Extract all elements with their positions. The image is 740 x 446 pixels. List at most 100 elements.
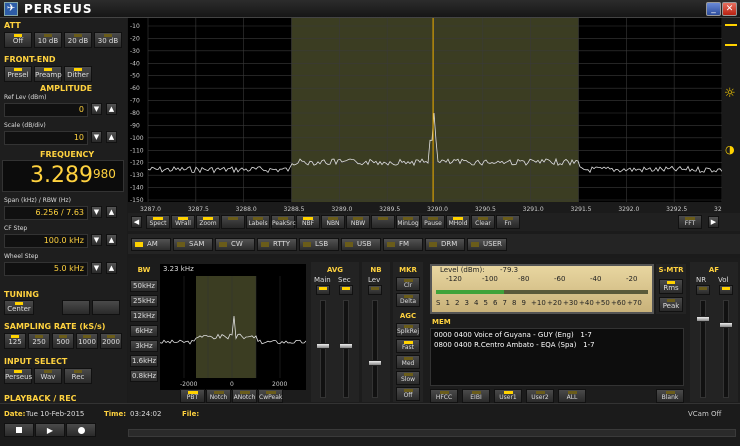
input-buttons-0[interactable]: Perseus <box>4 368 32 384</box>
bw-bottom-button-0[interactable]: PBT <box>180 389 205 403</box>
nr-slider-track[interactable] <box>700 300 706 398</box>
sampling-buttons-4[interactable]: 2000 <box>100 333 122 349</box>
mem-button-user1[interactable]: User1 <box>494 389 522 403</box>
nb-slider[interactable] <box>368 360 382 366</box>
att-buttons-0[interactable]: Off <box>4 32 32 48</box>
mem-button-eibi[interactable]: EIBI <box>462 389 490 403</box>
mode-button-am[interactable]: AM <box>131 238 171 251</box>
avg-main-slider-track[interactable] <box>320 300 326 398</box>
input-buttons-1[interactable]: Wav <box>34 368 62 384</box>
bw-button-2[interactable]: 12kHz <box>130 310 158 322</box>
spec-toolbar-button-13[interactable]: Clear <box>471 215 495 229</box>
frontend-buttons-1[interactable]: Preamp <box>34 66 62 82</box>
tuning-button-3[interactable] <box>92 300 120 315</box>
spec-toolbar-button-1[interactable]: WFall <box>171 215 195 229</box>
ref-level-down-icon[interactable]: ▼ <box>91 103 102 115</box>
scale-down-icon[interactable]: ▼ <box>91 131 102 143</box>
bw-button-6[interactable]: 0.8kHz <box>130 370 158 382</box>
att-buttons-1[interactable]: 10 dB <box>34 32 62 48</box>
att-buttons-2[interactable]: 20 dB <box>64 32 92 48</box>
bw-button-4[interactable]: 3kHz <box>130 340 158 352</box>
mkr-button-1[interactable]: Delta <box>396 293 420 307</box>
span-field[interactable]: 6.256 / 7.63 <box>4 206 88 220</box>
peak-button[interactable]: Peak <box>659 297 683 312</box>
bw-button-3[interactable]: 6kHz <box>130 325 158 337</box>
sampling-buttons-0[interactable]: 125 <box>4 333 26 349</box>
spec-toolbar-button-3[interactable] <box>221 215 245 229</box>
nb-slider-track[interactable] <box>372 300 378 398</box>
wheel-step-down-icon[interactable]: ▼ <box>91 262 102 274</box>
span-up-icon[interactable]: ▲ <box>106 206 117 218</box>
spec-toolbar-button-7[interactable]: NBN <box>321 215 345 229</box>
scroll-right-icon[interactable]: ▶ <box>708 216 719 228</box>
mem-button-hfcc[interactable]: HFCC <box>430 389 458 403</box>
spec-toolbar-button-0[interactable]: Spect <box>146 215 170 229</box>
avg-sec-slider-track[interactable] <box>343 300 349 398</box>
spec-toolbar-button-9[interactable] <box>371 215 395 229</box>
avg-main-slider[interactable] <box>316 343 330 349</box>
brightness-icon[interactable]: ☼ <box>724 86 736 101</box>
close-button[interactable]: ✕ <box>722 2 737 16</box>
bw-bottom-button-1[interactable]: Notch <box>206 389 231 403</box>
bw-button-1[interactable]: 25kHz <box>130 295 158 307</box>
rms-button[interactable]: Rms <box>659 279 683 294</box>
nr-toggle[interactable] <box>696 285 710 295</box>
tuning-button-2[interactable] <box>62 300 90 315</box>
mode-button-user[interactable]: USER <box>467 238 507 251</box>
mode-button-drm[interactable]: DRM <box>425 238 465 251</box>
nb-toggle[interactable] <box>368 285 382 295</box>
mem-entry[interactable]: 0000 0400 Voice of Guyana - GUY (Eng) 1-… <box>434 331 592 339</box>
ref-level-up-icon[interactable]: ▲ <box>106 103 117 115</box>
record-button[interactable] <box>66 423 96 437</box>
mem-button-blank[interactable]: Blank <box>656 389 684 403</box>
mode-button-rtty[interactable]: RTTY <box>257 238 297 251</box>
avg-sec-toggle[interactable] <box>339 285 353 295</box>
scroll-left-icon[interactable]: ◀ <box>131 216 142 228</box>
agc-button-slow[interactable]: Slow <box>396 371 420 385</box>
playback-progress[interactable] <box>128 429 736 437</box>
wheel-step-field[interactable]: 5.0 kHz <box>4 262 88 276</box>
vol-slider-track[interactable] <box>723 300 729 398</box>
nr-slider[interactable] <box>696 316 710 322</box>
spec-toolbar-button-8[interactable]: NBW <box>346 215 370 229</box>
wheel-step-up-icon[interactable]: ▲ <box>106 262 117 274</box>
mode-button-usb[interactable]: USB <box>341 238 381 251</box>
spec-toolbar-button-10[interactable]: MinLog <box>396 215 420 229</box>
ref-level-field[interactable]: 0 <box>4 103 88 117</box>
spectrum-display[interactable]: -10 -20 -30 -40 -50 -60 -70 -80 -90 -100 -110 -120 -… <box>128 18 722 213</box>
bw-display[interactable]: -2000 0 2000 <box>159 264 307 390</box>
spec-toolbar-button-4[interactable]: Labels <box>246 215 270 229</box>
spec-toolbar-button-11[interactable]: Pause <box>421 215 445 229</box>
stop-button[interactable] <box>4 423 34 437</box>
cf-step-down-icon[interactable]: ▼ <box>91 234 102 246</box>
spec-toolbar-button-2[interactable]: Zoom <box>196 215 220 229</box>
minimize-button[interactable]: _ <box>706 2 721 16</box>
mode-button-lsb[interactable]: LSB <box>299 238 339 251</box>
spec-toolbar-button-12[interactable]: MHold <box>446 215 470 229</box>
vol-slider[interactable] <box>719 322 733 328</box>
menu-icon[interactable] <box>725 24 737 46</box>
bw-bottom-button-3[interactable]: CwPeak <box>258 389 283 403</box>
input-buttons-2[interactable]: Rec <box>64 368 92 384</box>
att-buttons-3[interactable]: 30 dB <box>94 32 122 48</box>
cf-step-up-icon[interactable]: ▲ <box>106 234 117 246</box>
agc-button-med[interactable]: Med <box>396 355 420 369</box>
bw-button-0[interactable]: 50kHz <box>130 280 158 292</box>
spec-toolbar-button-6[interactable]: NBF <box>296 215 320 229</box>
mem-button-all[interactable]: ALL <box>558 389 586 403</box>
avg-main-toggle[interactable] <box>316 285 330 295</box>
spec-toolbar-button-15[interactable]: FFT <box>678 215 702 229</box>
bw-button-5[interactable]: 1.6kHz <box>130 355 158 367</box>
contrast-icon[interactable]: ◑ <box>725 143 735 156</box>
frontend-buttons-0[interactable]: Presel <box>4 66 32 82</box>
spec-toolbar-button-5[interactable]: PeakSrc <box>271 215 296 229</box>
sampling-buttons-3[interactable]: 1000 <box>76 333 98 349</box>
mode-button-fm[interactable]: FM <box>383 238 423 251</box>
frontend-buttons-2[interactable]: Dither <box>64 66 92 82</box>
span-down-icon[interactable]: ▼ <box>91 206 102 218</box>
center-button[interactable]: Center <box>4 300 34 315</box>
mode-button-cw[interactable]: CW <box>215 238 255 251</box>
agc-button-fast[interactable]: Fast <box>396 339 420 353</box>
scale-up-icon[interactable]: ▲ <box>106 131 117 143</box>
mode-button-sam[interactable]: SAM <box>173 238 213 251</box>
